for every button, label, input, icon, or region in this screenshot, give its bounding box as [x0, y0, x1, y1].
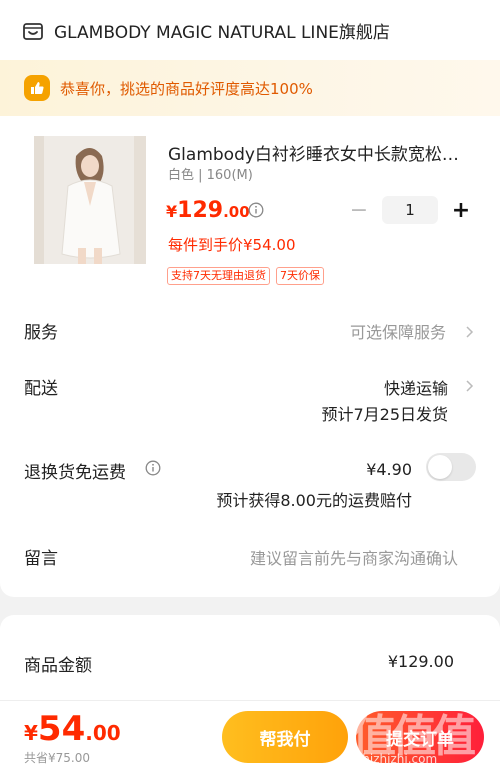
product-spec[interactable]: 白色 | 160(M) [168, 164, 253, 183]
note-input[interactable]: 建议留言前先与商家沟通确认 [250, 545, 458, 569]
return-shipping-compensation: 预计获得8.00元的运费赔付 [216, 491, 412, 510]
return-shipping-toggle[interactable] [426, 453, 476, 481]
goods-amount-label: 商品金额 [24, 656, 92, 676]
note-label: 留言 [24, 549, 58, 569]
delivery-label: 配送 [24, 379, 58, 399]
delivery-method[interactable]: 快递运输 [384, 375, 448, 399]
shop-icon [22, 20, 44, 42]
service-tags: 支持7天无理由退货 7天价保 [167, 267, 324, 285]
product-photo[interactable] [34, 136, 146, 264]
chevron-right-icon[interactable] [464, 378, 474, 392]
toggle-knob [428, 455, 452, 479]
total-integer: 54 [37, 709, 86, 749]
praise-banner: 恭喜你，挑选的商品好评度高达100% [0, 60, 500, 116]
tag-price-protect: 7天价保 [276, 267, 324, 285]
total-price: ¥ 54 .00 [24, 709, 121, 749]
tag-7day-return: 支持7天无理由退货 [167, 267, 270, 285]
saved-amount: 共省¥75.00 [24, 751, 90, 765]
submit-order-button[interactable]: 提交订单 [356, 711, 484, 763]
delivery-eta: 预计7月25日发货 [321, 405, 448, 424]
return-shipping-price: ¥4.90 [366, 460, 412, 479]
info-icon[interactable] [145, 460, 161, 476]
product-title[interactable]: Glambody白衬衫睡衣女中长款宽松… [168, 140, 474, 165]
price-integer: 129 [177, 198, 224, 223]
service-value[interactable]: 可选保障服务 [350, 319, 446, 343]
checkout-bar: ¥ 54 .00 共省¥75.00 帮我付 提交订单 [0, 700, 500, 773]
price-currency: ¥ [166, 202, 178, 221]
quantity-stepper: − 1 + [344, 196, 476, 224]
shop-name: GLAMBODY MAGIC NATURAL LINE旗舰店 [54, 23, 390, 43]
total-currency: ¥ [24, 721, 38, 745]
return-shipping-label: 退换货免运费 [24, 463, 126, 483]
help-pay-button[interactable]: 帮我付 [222, 711, 348, 763]
quantity-value[interactable]: 1 [382, 196, 438, 224]
banner-text: 恭喜你，挑选的商品好评度高达100% [60, 79, 313, 98]
goods-amount-value: ¥129.00 [387, 652, 454, 671]
info-icon[interactable] [248, 202, 264, 218]
decrement-button[interactable]: − [344, 196, 374, 224]
service-label: 服务 [24, 323, 58, 343]
shop-header[interactable]: GLAMBODY MAGIC NATURAL LINE旗舰店 [22, 18, 390, 43]
final-price: 每件到手价¥54.00 [168, 236, 296, 254]
increment-button[interactable]: + [446, 196, 476, 224]
product-price: ¥ 129 .00 [166, 198, 250, 223]
price-decimal: .00 [223, 203, 250, 221]
chevron-right-icon[interactable] [464, 324, 474, 338]
thumbs-up-icon [24, 75, 50, 101]
total-decimal: .00 [85, 721, 121, 745]
